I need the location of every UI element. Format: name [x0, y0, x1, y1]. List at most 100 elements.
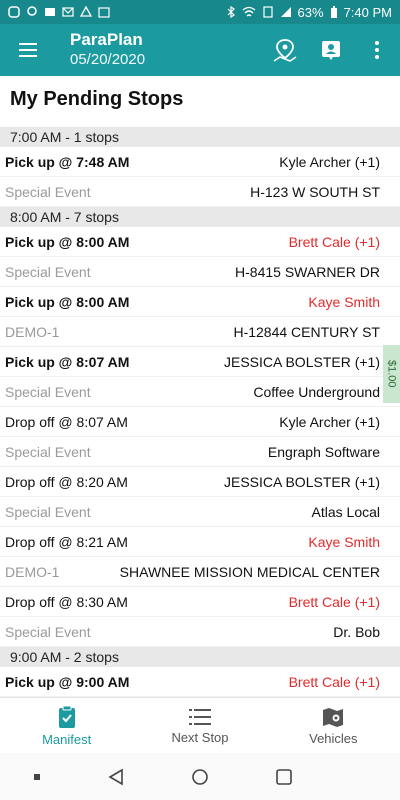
stop-row-right: Kaye Smith: [308, 533, 380, 550]
stop-row-left: Pick up @ 9:00 AM: [5, 673, 130, 690]
stop-row-right: Brett Cale (+1): [288, 673, 380, 690]
stop-row-left: Special Event: [5, 623, 91, 640]
stop-row-right: Kaye Smith: [308, 293, 380, 310]
overview-icon[interactable]: [275, 768, 293, 786]
stop-row-right: H-123 W SOUTH ST: [250, 183, 380, 200]
stop-row[interactable]: Special Event Dr. Bob: [0, 617, 400, 647]
stop-row[interactable]: DEMO-1 H-12844 CENTURY ST: [0, 317, 400, 347]
stop-row[interactable]: Pick up @ 8:00 AM Brett Cale (+1): [0, 227, 400, 257]
stop-row[interactable]: Drop off @ 8:21 AM Kaye Smith: [0, 527, 400, 557]
system-status: 63% 7:40 PM: [226, 5, 392, 20]
clock: 7:40 PM: [343, 4, 392, 20]
stop-row[interactable]: DEMO-1 SHAWNEE MISSION MEDICAL CENTER: [0, 557, 400, 587]
stop-row-right: H-12844 CENTURY ST: [233, 323, 380, 340]
stop-row-right: H-8415 SWARNER DR: [235, 263, 380, 280]
stop-row-right: Coffee Underground: [253, 383, 380, 400]
stop-row-right: Dr. Bob: [333, 623, 380, 640]
hour-group-header: 8:00 AM - 7 stops: [0, 207, 400, 227]
stop-row-left: Special Event: [5, 503, 91, 520]
menu-button[interactable]: [0, 24, 56, 76]
stop-row-left: Special Event: [5, 383, 91, 400]
back-icon[interactable]: [107, 768, 125, 786]
manifest-date[interactable]: 05/20/2020: [70, 50, 145, 70]
stop-row-left: Special Event: [5, 263, 91, 280]
app-actions: [262, 24, 400, 76]
contact-card-icon: [322, 41, 340, 60]
nav-vehicles-label: Vehicles: [309, 730, 358, 746]
fare-tab[interactable]: $1.00: [383, 345, 400, 403]
bottom-nav: Manifest Next Stop Vehicles: [0, 697, 400, 753]
nav-vehicles[interactable]: Vehicles: [267, 698, 400, 753]
map-icon: [323, 707, 344, 727]
app-title: ParaPlan: [70, 30, 143, 49]
notification-icons: [8, 6, 110, 18]
page-title: My Pending Stops: [10, 88, 184, 110]
battery-icon: [330, 5, 337, 18]
stop-row-left: Special Event: [5, 443, 91, 460]
stop-row-right: Kyle Archer (+1): [279, 153, 380, 170]
clipboard-icon: [58, 705, 75, 728]
stop-row[interactable]: Special Event Coffee Underground: [0, 377, 400, 407]
stop-row[interactable]: Special Event H-8415 SWARNER DR: [0, 257, 400, 287]
stop-row-right: Brett Cale (+1): [288, 233, 380, 250]
stop-row-right: Kyle Archer (+1): [279, 413, 380, 430]
wifi-icon: [242, 6, 255, 17]
stop-row[interactable]: Pick up @ 8:00 AM Kaye Smith: [0, 287, 400, 317]
stop-row-left: DEMO-1: [5, 563, 60, 580]
more-vert-icon: [375, 41, 379, 59]
bluetooth-icon: [227, 6, 235, 18]
nav-next-stop[interactable]: Next Stop: [133, 698, 266, 753]
no-sim-icon: [262, 6, 273, 18]
location-icon: [27, 6, 37, 16]
nav-manifest-label: Manifest: [42, 731, 92, 747]
gallery-icon: [45, 8, 55, 16]
app-titles: ParaPlan 05/20/2020: [70, 30, 145, 70]
nav-manifest[interactable]: Manifest: [0, 698, 133, 753]
signal-icon: [280, 7, 291, 17]
stop-row[interactable]: Pick up @ 9:00 AM Brett Cale (+1): [0, 667, 400, 697]
stop-row-left: Drop off @ 8:07 AM: [5, 413, 128, 430]
pending-stops-list: 7:00 AM - 1 stops Pick up @ 7:48 AM Kyle A…: [0, 127, 400, 697]
stop-row-right: SHAWNEE MISSION MEDICAL CENTER: [119, 563, 380, 580]
stop-row-left: Pick up @ 7:48 AM: [5, 153, 130, 170]
stop-row-right: Atlas Local: [311, 503, 380, 520]
calendar-icon: [98, 7, 110, 18]
battery-percent: 63%: [297, 4, 324, 20]
app-bar: ParaPlan 05/20/2020: [0, 24, 400, 76]
gmail-icon: [62, 7, 74, 17]
system-navigation: [0, 753, 400, 800]
stop-row-left: DEMO-1: [5, 323, 60, 340]
stop-row-left: Drop off @ 8:21 AM: [5, 533, 128, 550]
stop-row[interactable]: Pick up @ 8:07 AM JESSICA BOLSTER (+1): [0, 347, 400, 377]
hour-group-header: 7:00 AM - 1 stops: [0, 127, 400, 147]
drive-icon: [80, 6, 92, 17]
home-icon[interactable]: [191, 768, 209, 786]
map-pin-icon: [273, 39, 297, 62]
stop-row[interactable]: Pick up @ 7:48 AM Kyle Archer (+1): [0, 147, 400, 177]
stop-row-right: JESSICA BOLSTER (+1): [224, 473, 380, 490]
nav-next-stop-label: Next Stop: [171, 729, 229, 745]
recents-dot-icon[interactable]: [33, 773, 41, 781]
stop-row-right: Brett Cale (+1): [288, 593, 380, 610]
list-icon: [188, 708, 211, 725]
stop-row-left: Drop off @ 8:30 AM: [5, 593, 128, 610]
stop-row[interactable]: Special Event Engraph Software: [0, 437, 400, 467]
stop-row-right: JESSICA BOLSTER (+1): [224, 353, 380, 370]
stop-row[interactable]: Drop off @ 8:30 AM Brett Cale (+1): [0, 587, 400, 617]
stop-row-left: Special Event: [5, 183, 91, 200]
stop-row[interactable]: Special Event Atlas Local: [0, 497, 400, 527]
stop-row[interactable]: Drop off @ 8:07 AM Kyle Archer (+1): [0, 407, 400, 437]
slack-icon: [8, 6, 20, 18]
stop-row[interactable]: Special Event H-123 W SOUTH ST: [0, 177, 400, 207]
contact-button[interactable]: [308, 24, 354, 76]
stop-row-left: Pick up @ 8:07 AM: [5, 353, 130, 370]
stop-row-right: Engraph Software: [267, 443, 380, 460]
stop-row-left: Drop off @ 8:20 AM: [5, 473, 128, 490]
overflow-menu-button[interactable]: [354, 24, 400, 76]
map-route-button[interactable]: [262, 24, 308, 76]
hour-group-header: 9:00 AM - 2 stops: [0, 647, 400, 667]
status-bar: 63% 7:40 PM: [0, 0, 400, 24]
stop-row[interactable]: Drop off @ 8:20 AM JESSICA BOLSTER (+1): [0, 467, 400, 497]
stop-row-left: Pick up @ 8:00 AM: [5, 233, 130, 250]
stop-row-left: Pick up @ 8:00 AM: [5, 293, 130, 310]
